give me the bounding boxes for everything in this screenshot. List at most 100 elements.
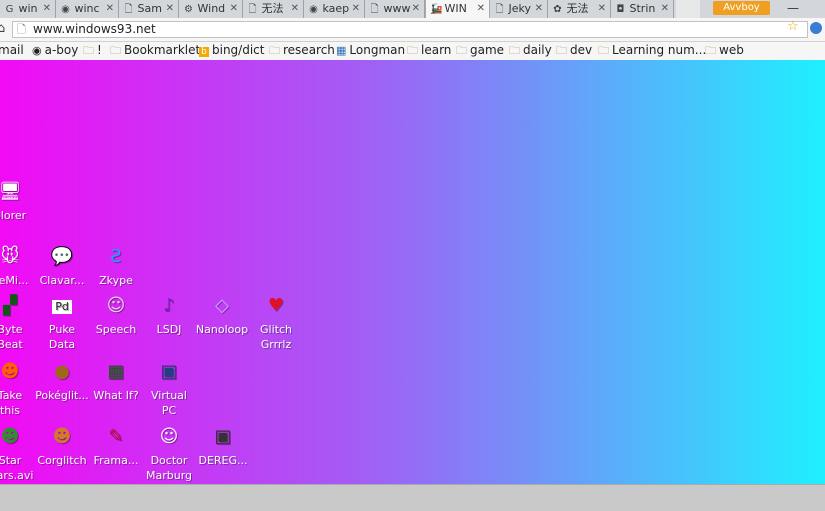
home-icon[interactable]: ⌂ — [0, 21, 5, 36]
bookmark-learn[interactable]: 🗀 learn — [407, 42, 451, 59]
github-icon: ◉ — [32, 44, 42, 57]
desktop-icon-corglitch[interactable]: ☻ Corglitch — [34, 425, 90, 468]
bookmark-label: a-boy — [44, 43, 79, 57]
doctor-icon: ☺ — [159, 426, 179, 447]
tab-win[interactable]: G win ✕ — [0, 0, 56, 18]
desktop-icon-bytebeat[interactable]: ▞ Byte Beat — [0, 294, 38, 352]
desktop-icon-puke-data[interactable]: Pd Puke Data — [34, 294, 90, 352]
desktop-icon-lsdj[interactable]: ♪ LSDJ — [141, 294, 197, 337]
close-icon[interactable]: ✕ — [352, 0, 360, 18]
close-icon[interactable]: ✕ — [535, 0, 543, 18]
desktop-icon-glitch-grrrlz[interactable]: ♥ Glitch Grrrlz — [248, 294, 304, 352]
tab-label: kaep — [322, 2, 350, 15]
close-icon[interactable]: ✕ — [106, 0, 114, 18]
desktop-icon-virtual-pc[interactable]: ▣ Virtual PC — [141, 360, 197, 418]
tab-wind[interactable]: ⚙ Wind ✕ — [179, 0, 243, 18]
tab-windows93[interactable]: 🚂 WIN ✕ — [425, 0, 490, 18]
close-icon[interactable]: ✕ — [291, 0, 299, 18]
tab-sam[interactable]: 🗋 Sam ✕ — [119, 0, 179, 18]
bookmark-learning-num[interactable]: 🗀 Learning num... — [598, 42, 706, 59]
desktop-icon-what-if[interactable]: ▦ What If? — [88, 360, 144, 403]
icon-label: deMi... — [0, 274, 29, 287]
desktop-icon-explorer[interactable]: 🖥 plorer — [0, 180, 38, 223]
tab-winc[interactable]: ◉ winc ✕ — [56, 0, 119, 18]
desktop-icon-speech[interactable]: ☺ Speech — [88, 294, 144, 337]
close-icon[interactable]: ✕ — [43, 0, 51, 18]
tab-wufa[interactable]: 🗋 无法 ✕ — [243, 0, 304, 18]
folder-icon: 🗀 — [598, 44, 609, 57]
pd-icon: Pd — [52, 300, 72, 314]
desktop-icon-star-wars[interactable]: ☻ Star Wars.avi — [0, 425, 38, 483]
bookmark-daily[interactable]: 🗀 daily — [509, 42, 552, 59]
icon-label: Puke Data — [48, 323, 76, 351]
close-icon[interactable]: ✕ — [230, 0, 238, 18]
bookmark-bing-dict[interactable]: b bing/dict — [199, 42, 264, 59]
desktop-icon-framapad[interactable]: ✎ Frama... — [88, 425, 144, 468]
desktop-icon-zkype[interactable]: Ƨ Zkype — [88, 245, 144, 288]
close-icon[interactable]: ✕ — [598, 0, 606, 18]
github-icon: ◉ — [61, 4, 70, 15]
close-icon[interactable]: ✕ — [661, 0, 669, 18]
profile-button[interactable]: Avvboy — [713, 1, 770, 15]
bookmark-mail[interactable]: mail — [0, 42, 24, 59]
take-this-icon: ☻ — [0, 361, 20, 382]
desktop-icon-pokeglitch[interactable]: ● Pokéglit... — [34, 360, 90, 403]
icon-label: Virtual PC — [151, 389, 187, 417]
tab-label: www — [383, 2, 411, 15]
tab-kaep[interactable]: ◉ kaep ✕ — [304, 0, 365, 18]
bookmark-longman[interactable]: ▦ Longman — [336, 42, 405, 59]
longman-icon: ▦ — [336, 44, 347, 57]
desktop-icon-nanoloop[interactable]: ◇ Nanoloop — [194, 294, 250, 337]
bookmark-research[interactable]: 🗀 research — [269, 42, 335, 59]
bookmark-label: Learning num... — [612, 43, 707, 57]
page-icon: 🗋 — [495, 4, 504, 15]
icon-label: Clavar... — [39, 274, 85, 287]
icon-label: Take this — [0, 389, 23, 417]
bookmark-label: ! — [97, 43, 102, 57]
close-icon[interactable]: ✕ — [166, 0, 174, 18]
url-field[interactable]: 🗋 www.windows93.net — [12, 21, 808, 38]
tab-label: winc — [74, 2, 100, 15]
desktop-icon-take-this[interactable]: ☻ Take this — [0, 360, 38, 418]
folder-icon: 🗀 — [83, 44, 94, 57]
bookmark-label: Bookmarklet — [124, 43, 201, 57]
bookmark-bookmarklet[interactable]: 🗀 Bookmarklet — [110, 42, 200, 59]
tab-jekyll[interactable]: 🗋 Jeky ✕ — [490, 0, 548, 18]
desktop-icon-codemirror[interactable]: 🐭 deMi... — [0, 245, 38, 288]
bookmark-label: bing/dict — [212, 43, 265, 57]
page-icon: 🗋 — [17, 23, 26, 36]
new-tab-button[interactable] — [676, 0, 700, 18]
icon-label: Pokéglit... — [35, 389, 89, 402]
star-icon[interactable]: ☆ — [787, 19, 799, 34]
yoda-icon: ☻ — [0, 426, 20, 447]
bookmark-a-boy[interactable]: ◉ a-boy — [32, 42, 78, 59]
tab-wufa-2[interactable]: ✿ 无法 ✕ — [548, 0, 611, 18]
bookmark-dev[interactable]: 🗀 dev — [556, 42, 592, 59]
icon-label: Star Wars.avi — [0, 454, 34, 482]
framapad-icon: ✎ — [108, 426, 124, 447]
icon-label: LSDJ — [156, 323, 182, 336]
bookmark-exclamation[interactable]: 🗀! — [83, 42, 102, 59]
windows93-desktop[interactable]: 🖥 plorer 🐭 deMi... 💬 Clavar... Ƨ Zkype ▞… — [0, 60, 825, 484]
bing-icon: b — [199, 47, 209, 57]
icon-label: Frama... — [93, 454, 139, 467]
page-icon: 🗋 — [370, 4, 379, 15]
icon-label: DEREG... — [198, 454, 248, 467]
close-icon[interactable]: ✕ — [477, 0, 485, 18]
chrome-icon: ⚙ — [184, 4, 193, 15]
close-icon[interactable]: ✕ — [412, 0, 420, 18]
desktop-icon-clavardage[interactable]: 💬 Clavar... — [34, 245, 90, 288]
tab-string[interactable]: ◘ Strin ✕ — [611, 0, 674, 18]
desktop-icon-dereg[interactable]: ▣ DEREG... — [195, 425, 251, 468]
extension-icon[interactable] — [810, 22, 822, 34]
desktop-icon-doctor-marburg[interactable]: ☺ Doctor Marburg — [141, 425, 197, 483]
url-text[interactable]: www.windows93.net — [33, 22, 156, 37]
tab-strip: G win ✕ ◉ winc ✕ 🗋 Sam ✕ ⚙ Wind ✕ 🗋 无法 ✕… — [0, 0, 825, 18]
bookmark-game[interactable]: 🗀 game — [456, 42, 504, 59]
folder-icon: 🗀 — [110, 44, 121, 57]
icon-label: Speech — [95, 323, 137, 336]
virtual-pc-icon: ▣ — [160, 361, 178, 382]
bookmark-web[interactable]: 🗀 web — [705, 42, 744, 59]
minimize-button[interactable]: — — [786, 0, 800, 16]
tab-www[interactable]: 🗋 www ✕ — [365, 0, 425, 18]
